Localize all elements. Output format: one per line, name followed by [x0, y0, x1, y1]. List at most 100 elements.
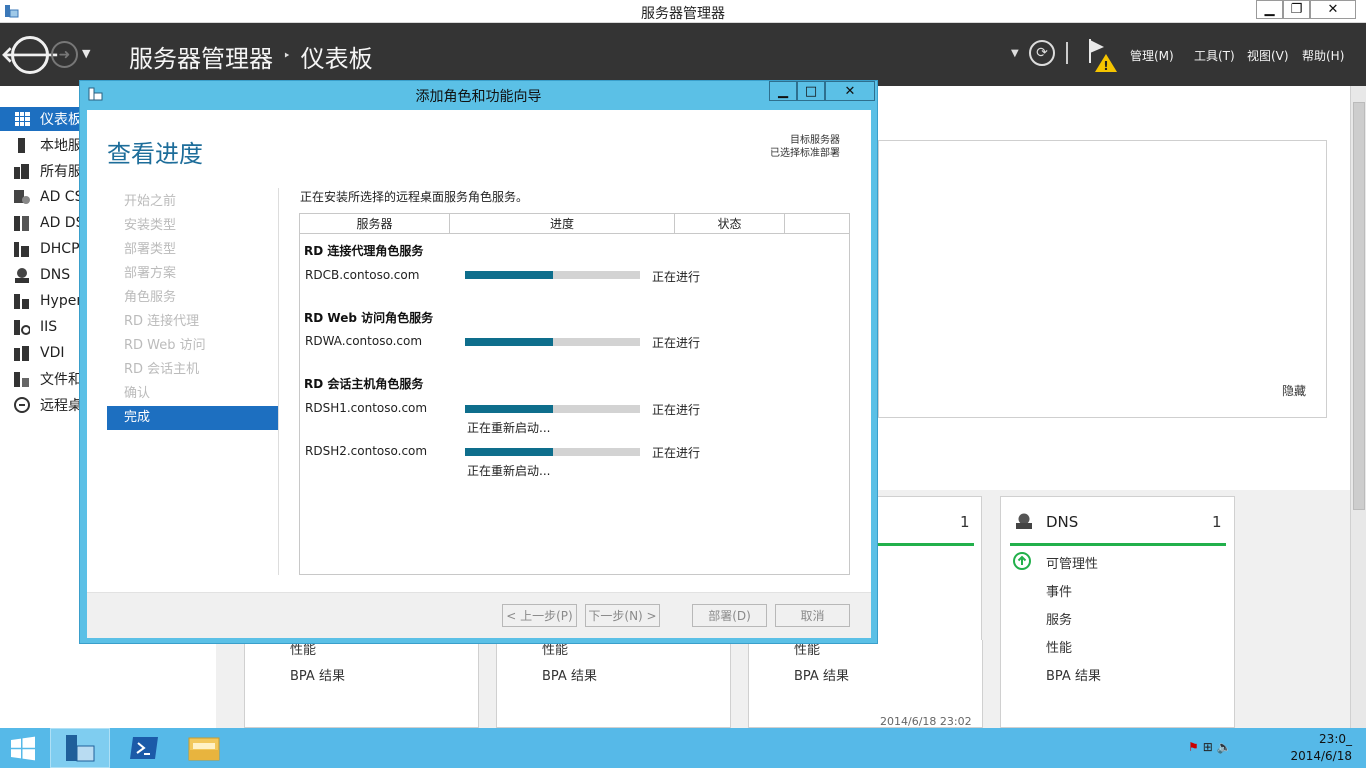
menu-tools[interactable]: 工具(T) [1194, 47, 1235, 64]
wizard-titlebar[interactable]: 添加角色和功能向导 ▁ □ ✕ [80, 81, 877, 106]
nav-item-file-storage[interactable]: 文件和存储服务 [0, 367, 80, 391]
wizard-close-button[interactable]: ✕ [825, 81, 875, 101]
nav-label: VDI [40, 345, 65, 361]
progress-grid: 服务器 进度 状态 RD 连接代理角色服务 RDCB.contoso.com 正… [299, 213, 850, 575]
notifications-flag-icon[interactable]: ! [1087, 37, 1119, 73]
step-rd-session-host: RD 会话主机 [124, 362, 200, 377]
step-install-type: 安装类型 [124, 218, 177, 233]
nav-item-ad-cs[interactable]: AD CS [0, 185, 80, 209]
nav-item-hyper-v[interactable]: Hyper-V [0, 289, 80, 313]
nav-item-local-server[interactable]: 本地服务器 [0, 133, 80, 157]
nav-item-vdi[interactable]: VDI [0, 341, 80, 365]
server-status: 正在进行 [652, 403, 701, 417]
menu-view[interactable]: 视图(V) [1247, 47, 1289, 64]
header-dropdown-icon[interactable]: ▼ [1011, 48, 1019, 59]
progress-bar [465, 448, 640, 456]
file-storage-icon [14, 371, 30, 387]
dns-tile-bpa[interactable]: BPA 结果 [1046, 665, 1101, 684]
server-manager-icon [66, 735, 95, 762]
tile-count: 1 [960, 513, 970, 531]
powershell-icon [130, 737, 158, 759]
close-button[interactable]: ✕ [1310, 0, 1356, 19]
destination-value: 已选择标准部署 [770, 148, 840, 159]
nav-label: Hyper-V [40, 293, 80, 309]
history-dropdown-icon[interactable]: ▼ [82, 47, 90, 60]
taskbar-server-manager[interactable] [50, 728, 110, 768]
nav-item-ad-ds[interactable]: AD DS [0, 211, 80, 235]
network-icon[interactable]: ⊞ [1203, 740, 1213, 754]
dns-tile-icon [1016, 513, 1032, 529]
server-name: RDSH2.contoso.com [305, 444, 428, 458]
ad-ds-icon [14, 215, 30, 231]
nav-item-dhcp[interactable]: DHCP [0, 237, 80, 261]
nav-item-dns[interactable]: DNS [0, 263, 80, 287]
scrollbar-thumb[interactable] [1353, 102, 1365, 510]
dns-icon [14, 267, 30, 283]
menu-manage[interactable]: 管理(M) [1130, 47, 1174, 64]
role-tile-2[interactable] [496, 640, 731, 728]
clock-date: 2014/6/18 [1290, 749, 1352, 763]
dns-tile-services[interactable]: 服务 [1046, 609, 1072, 628]
deploy-button[interactable]: 部署(D) [692, 604, 767, 627]
role-tile-1[interactable] [244, 640, 479, 728]
dns-tile-performance[interactable]: 性能 [1046, 637, 1072, 656]
minimize-button[interactable]: ▁ [1256, 0, 1283, 19]
wizard-footer: < 上一步(P) 下一步(N) > 部署(D) 取消 [87, 592, 871, 638]
wizard-body: 查看进度 目标服务器 已选择标准部署 开始之前 安装类型 部署类型 部署方案 角… [87, 110, 871, 638]
nav-item-remote-desktop[interactable]: 远程桌面服务 [0, 393, 80, 417]
ad-cs-icon [14, 189, 30, 205]
hide-link[interactable]: 隐藏 [1282, 382, 1306, 399]
server-icon [14, 137, 30, 153]
col-header-status[interactable]: 状态 [675, 214, 785, 234]
volume-icon[interactable]: 🔈 [1217, 740, 1232, 754]
window-title: 服务器管理器 [641, 6, 725, 22]
dashboard-icon [14, 111, 30, 127]
nav-item-all-servers[interactable]: 所有服务器 [0, 159, 80, 183]
step-rd-broker: RD 连接代理 [124, 314, 200, 329]
breadcrumb: 服务器管理器 ‣ 仪表板 [129, 39, 373, 74]
wizard-minimize-button[interactable]: ▁ [769, 81, 797, 101]
server-name: RDCB.contoso.com [305, 268, 420, 282]
dns-tile-manageability[interactable]: 可管理性 [1046, 553, 1098, 572]
wizard-maximize-button[interactable]: □ [797, 81, 825, 101]
dhcp-icon [14, 241, 30, 257]
tile3-bpa[interactable]: BPA 结果 [794, 665, 849, 684]
nav-item-dashboard[interactable]: 仪表板 [0, 107, 80, 131]
nav-item-iis[interactable]: IIS [0, 315, 80, 339]
nav-label: 远程桌面服务 [40, 398, 80, 414]
iis-icon [14, 319, 30, 335]
nav-label: 本地服务器 [40, 138, 80, 154]
forward-button[interactable]: ➜ [51, 41, 78, 68]
taskbar-file-explorer[interactable] [174, 728, 234, 768]
col-header-server[interactable]: 服务器 [300, 214, 450, 234]
start-windows-icon[interactable] [8, 735, 38, 762]
menu-help[interactable]: 帮助(H) [1302, 47, 1344, 64]
restore-button[interactable]: ❐ [1283, 0, 1310, 19]
clock[interactable]: 23:0_ 2014/6/18 [1290, 731, 1352, 765]
step-role-services: 角色服务 [124, 290, 177, 305]
breadcrumb-current: 仪表板 [300, 45, 373, 73]
step-complete[interactable]: 完成 [107, 406, 279, 430]
cancel-button[interactable]: 取消 [775, 604, 850, 627]
destination-server: 目标服务器 已选择标准部署 [770, 134, 840, 160]
group-rd-broker: RD 连接代理角色服务 [304, 244, 424, 258]
action-center-flag-icon[interactable]: ⚑ [1188, 740, 1199, 754]
back-button[interactable]: 🡐 [1, 36, 60, 74]
role-tile-dns[interactable] [1000, 496, 1235, 728]
refresh-icon[interactable]: ⟳ [1029, 40, 1055, 66]
wizard-title: 添加角色和功能向导 [415, 89, 542, 105]
breadcrumb-root[interactable]: 服务器管理器 [129, 39, 273, 74]
step-confirm: 确认 [124, 386, 151, 401]
dns-tile-events[interactable]: 事件 [1046, 581, 1072, 600]
tile1-bpa[interactable]: BPA 结果 [290, 665, 345, 684]
progress-fill [465, 405, 553, 413]
previous-button[interactable]: < 上一步(P) [502, 604, 577, 627]
step-rd-web: RD Web 访问 [124, 338, 206, 353]
next-button[interactable]: 下一步(N) > [585, 604, 660, 627]
vertical-scrollbar[interactable] [1350, 86, 1366, 728]
vdi-icon [14, 345, 30, 361]
tile2-bpa[interactable]: BPA 结果 [542, 665, 597, 684]
taskbar-powershell[interactable] [114, 728, 174, 768]
server-name: RDWA.contoso.com [305, 334, 423, 348]
col-header-progress[interactable]: 进度 [450, 214, 675, 234]
